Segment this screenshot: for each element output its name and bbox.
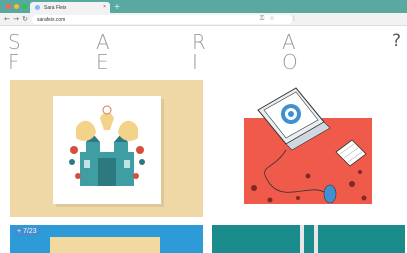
header-letter: F: [8, 50, 20, 74]
browser-toolbar: ← → ↻ sarafeix.com ⚿ ☆ ⋮: [0, 13, 407, 26]
reload-button[interactable]: ↻: [21, 15, 29, 23]
desk-illustration-image: [244, 87, 372, 204]
key-icon[interactable]: ⚿: [258, 15, 266, 23]
gallery-item-blue[interactable]: + 7/23: [10, 225, 203, 253]
maximize-window-button[interactable]: [22, 4, 27, 9]
help-button[interactable]: ?: [392, 33, 401, 50]
teal-card-image: [300, 225, 318, 253]
gallery-item-teal[interactable]: [212, 225, 405, 253]
back-button[interactable]: ←: [3, 15, 11, 23]
gallery-item-desk-illustration[interactable]: [212, 80, 405, 217]
browser-titlebar: Sara Fleix × +: [0, 0, 407, 13]
header-letter: I: [192, 50, 198, 74]
close-window-button[interactable]: [6, 4, 11, 9]
blue-card-inner-panel: [50, 237, 160, 253]
gallery-badge: + 7/23: [14, 227, 40, 236]
new-tab-button[interactable]: +: [113, 2, 121, 11]
header-letter: A: [96, 30, 110, 54]
menu-icon[interactable]: ⋮: [290, 15, 298, 23]
url-text: sarafeix.com: [37, 17, 66, 23]
gallery-item-framed-print[interactable]: [10, 80, 203, 217]
star-icon[interactable]: ☆: [268, 15, 276, 23]
header-letter: E: [96, 50, 109, 74]
header-letter: S: [8, 30, 21, 54]
forward-button[interactable]: →: [12, 15, 20, 23]
tab-close-icon[interactable]: ×: [103, 4, 106, 10]
browser-tab[interactable]: Sara Fleix ×: [30, 2, 110, 13]
page-content: S A R A F E I O ? + 7/23: [0, 26, 407, 253]
header-letter: A: [282, 30, 296, 54]
tab-title: Sara Fleix: [44, 5, 67, 11]
minimize-window-button[interactable]: [14, 4, 19, 9]
header-letter: O: [282, 50, 298, 74]
favicon-icon: [35, 5, 40, 10]
header-letter: R: [192, 30, 206, 54]
address-bar[interactable]: sarafeix.com: [32, 15, 292, 24]
framed-illustration-image: [53, 96, 164, 207]
